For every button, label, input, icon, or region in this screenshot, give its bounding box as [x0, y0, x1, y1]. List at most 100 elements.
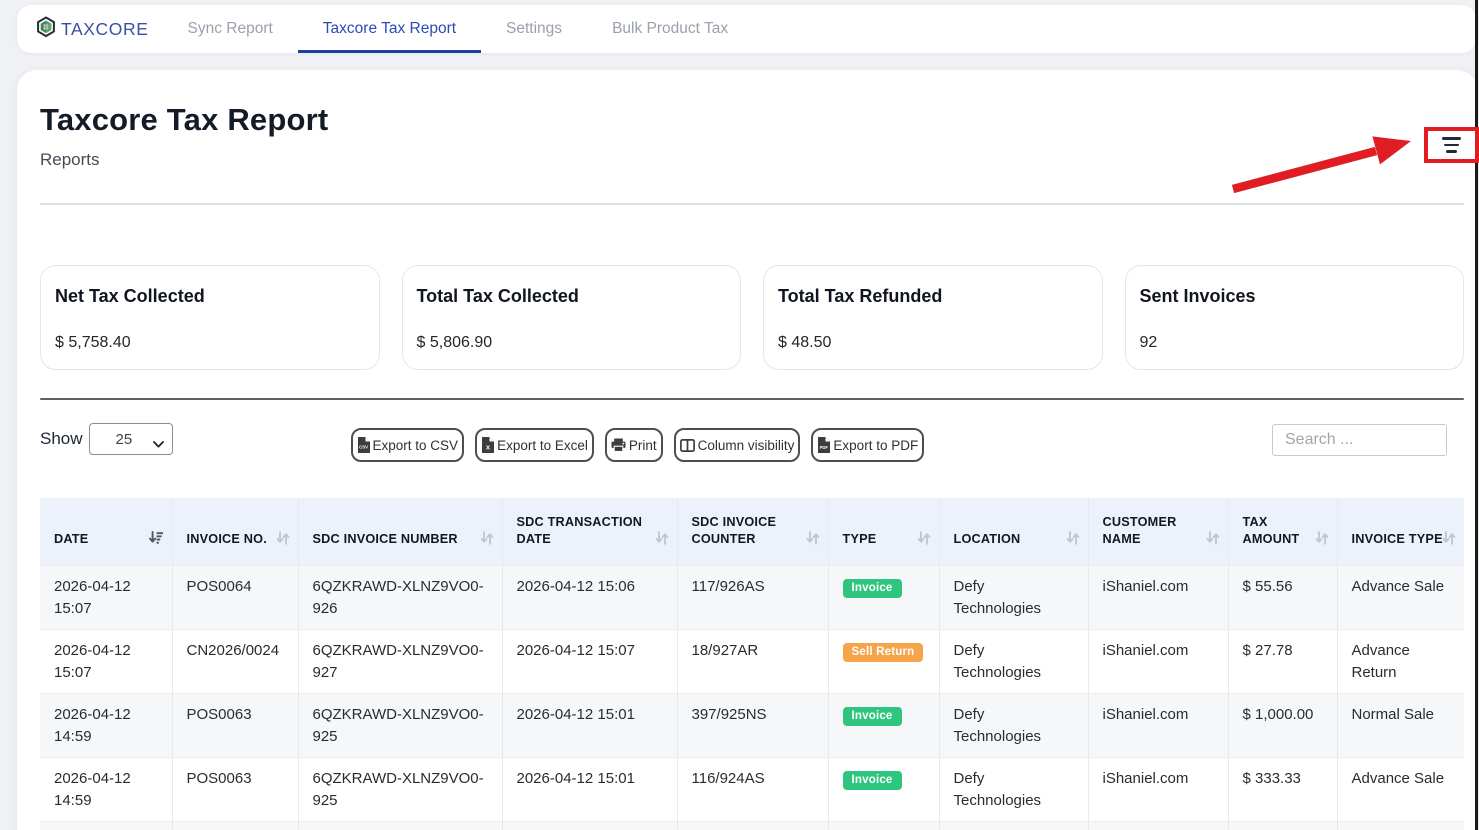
cell-sdc-invoice-counter: 18/927AR [677, 630, 828, 694]
column-label: INVOICE NO. [187, 532, 267, 546]
stat-value: $ 48.50 [778, 331, 1088, 355]
column-header-invoice-type[interactable]: INVOICE TYPE [1337, 498, 1464, 566]
sort-icon [1206, 531, 1220, 550]
file-csv-icon: CSV [357, 437, 370, 453]
column-header-type[interactable]: TYPE [828, 498, 939, 566]
column-label: LOCATION [954, 532, 1021, 546]
print-button[interactable]: Print [605, 428, 663, 462]
export-to-excel-button[interactable]: xExport to Excel [475, 428, 594, 462]
cell-location: Defy Technologies [939, 758, 1088, 822]
sort-icon [1442, 531, 1456, 550]
stat-card-sent-invoices: Sent Invoices92 [1125, 265, 1465, 370]
cell-invoice-no: POS0063 [172, 758, 298, 822]
column-header-location[interactable]: LOCATION [939, 498, 1088, 566]
cell-date: 2026-04-12 15:07 [40, 566, 172, 630]
cell-invoice-type: Advance Return [1337, 630, 1464, 694]
page-title: Taxcore Tax Report [40, 70, 1464, 139]
column-header-sdc-invoice-number[interactable]: SDC INVOICE NUMBER [298, 498, 502, 566]
sort-icon [1315, 531, 1329, 550]
file-pdf-icon: PDF [817, 437, 830, 453]
stat-label: Total Tax Refunded [778, 284, 1088, 308]
cell-invoice-no: CN2026/0024 [172, 630, 298, 694]
stat-value: $ 5,806.90 [417, 331, 727, 355]
export-to-pdf-button[interactable]: PDF Export to PDF [811, 428, 924, 462]
cell-customer-name: iShaniel.com [1088, 758, 1228, 822]
export-buttons: CSV Export to CSV xExport to Excel Print Col… [351, 428, 925, 462]
nav-tab-taxcore-tax-report[interactable]: Taxcore Tax Report [298, 5, 481, 53]
cell-customer-name: iShaniel.com [1088, 566, 1228, 630]
svg-text:PDF: PDF [820, 445, 829, 450]
file-excel-icon: x [481, 437, 494, 453]
sort-icon [806, 531, 820, 550]
cell-sdc-invoice-number: 6QZKRAWD-XLNZ9VO0-927 [298, 630, 502, 694]
table-toolbar: Show 25 CSVExport to CSVxExport to Excel… [40, 423, 1464, 462]
table-body: 2026-04-12 15:07POS00646QZKRAWD-XLNZ9VO0… [40, 566, 1464, 830]
column-header-tax-amount[interactable]: TAX AMOUNT [1228, 498, 1337, 566]
button-label: Export to CSV [373, 438, 459, 453]
stats-row: Net Tax Collected$ 5,758.40 Total Tax Col… [40, 265, 1464, 370]
export-to-csv-button[interactable]: CSV Export to CSV [351, 428, 465, 462]
column-visibility-button[interactable]: Column visibility [674, 428, 801, 462]
table-row-partial [40, 822, 1464, 830]
column-label: TYPE [843, 532, 877, 546]
cell-type: Invoice [828, 694, 939, 758]
column-label: INVOICE TYPE [1352, 532, 1443, 546]
main-card: Taxcore Tax Report Reports Net Tax Colle… [17, 70, 1477, 830]
cell-date: 2026-04-12 14:59 [40, 758, 172, 822]
table-row: 2026-04-12 14:59POS00636QZKRAWD-XLNZ9VO0… [40, 758, 1464, 822]
sort-icon [276, 531, 290, 550]
table-row: 2026-04-12 15:07POS00646QZKRAWD-XLNZ9VO0… [40, 566, 1464, 630]
column-label: SDC INVOICE NUMBER [313, 532, 458, 546]
filter-button[interactable] [1424, 127, 1479, 163]
sort-icon [917, 531, 931, 550]
cell-sdc-invoice-counter: 397/925NS [677, 694, 828, 758]
column-header-sdc-invoice-counter[interactable]: SDC INVOICE COUNTER [677, 498, 828, 566]
type-badge: Invoice [843, 771, 902, 790]
cell-type: Invoice [828, 758, 939, 822]
column-label: TAX AMOUNT [1243, 515, 1300, 546]
columns-icon [680, 439, 695, 452]
cell-invoice-no: POS0063 [172, 694, 298, 758]
section-divider [40, 398, 1464, 400]
column-header-customer-name[interactable]: CUSTOMER NAME [1088, 498, 1228, 566]
column-label: CUSTOMER NAME [1103, 515, 1177, 546]
button-label: Column visibility [698, 438, 795, 453]
column-header-sdc-transaction-date[interactable]: SDC TRANSACTION DATE [502, 498, 677, 566]
nav-tab-settings[interactable]: Settings [481, 5, 587, 53]
sort-icon [1066, 531, 1080, 550]
stat-value: 92 [1140, 331, 1450, 355]
printer-icon [611, 438, 626, 452]
nav-tab-sync-report[interactable]: Sync Report [163, 5, 298, 53]
svg-text:CSV: CSV [359, 445, 368, 450]
stat-label: Total Tax Collected [417, 284, 727, 308]
sort-desc-icon [149, 531, 164, 550]
column-header-date[interactable]: DATE [40, 498, 172, 566]
cell-invoice-no: POS0064 [172, 566, 298, 630]
cell-sdc-transaction-date: 2026-04-12 15:06 [502, 566, 677, 630]
top-navbar: TAXCORE Sync ReportTaxcore Tax ReportSet… [17, 5, 1476, 53]
cell-sdc-invoice-counter: 117/926AS [677, 566, 828, 630]
stat-card-net-tax-collected: Net Tax Collected$ 5,758.40 [40, 265, 380, 370]
sort-icon [480, 531, 494, 550]
table-row: 2026-04-12 14:59POS00636QZKRAWD-XLNZ9VO0… [40, 694, 1464, 758]
brand[interactable]: TAXCORE [36, 5, 149, 53]
cell-date: 2026-04-12 14:59 [40, 694, 172, 758]
button-label: Export to PDF [833, 438, 918, 453]
cell-date: 2026-04-12 15:07 [40, 630, 172, 694]
cell-sdc-transaction-date: 2026-04-12 15:07 [502, 630, 677, 694]
cell-tax-amount: $ 27.78 [1228, 630, 1337, 694]
cell-location: Defy Technologies [939, 694, 1088, 758]
cell-sdc-transaction-date: 2026-04-12 15:01 [502, 758, 677, 822]
sort-icon [655, 531, 669, 550]
search-input[interactable] [1272, 424, 1447, 456]
column-label: SDC TRANSACTION DATE [517, 515, 643, 546]
type-badge: Sell Return [843, 643, 924, 662]
column-header-invoice-no-[interactable]: INVOICE NO. [172, 498, 298, 566]
nav-tab-bulk-product-tax[interactable]: Bulk Product Tax [587, 5, 753, 53]
cell-customer-name: iShaniel.com [1088, 694, 1228, 758]
header-divider [40, 203, 1464, 205]
cell-customer-name: iShaniel.com [1088, 630, 1228, 694]
cell-sdc-invoice-number: 6QZKRAWD-XLNZ9VO0-925 [298, 758, 502, 822]
page-size-select[interactable]: 25 [89, 423, 173, 455]
page-subtitle: Reports [40, 148, 1464, 172]
